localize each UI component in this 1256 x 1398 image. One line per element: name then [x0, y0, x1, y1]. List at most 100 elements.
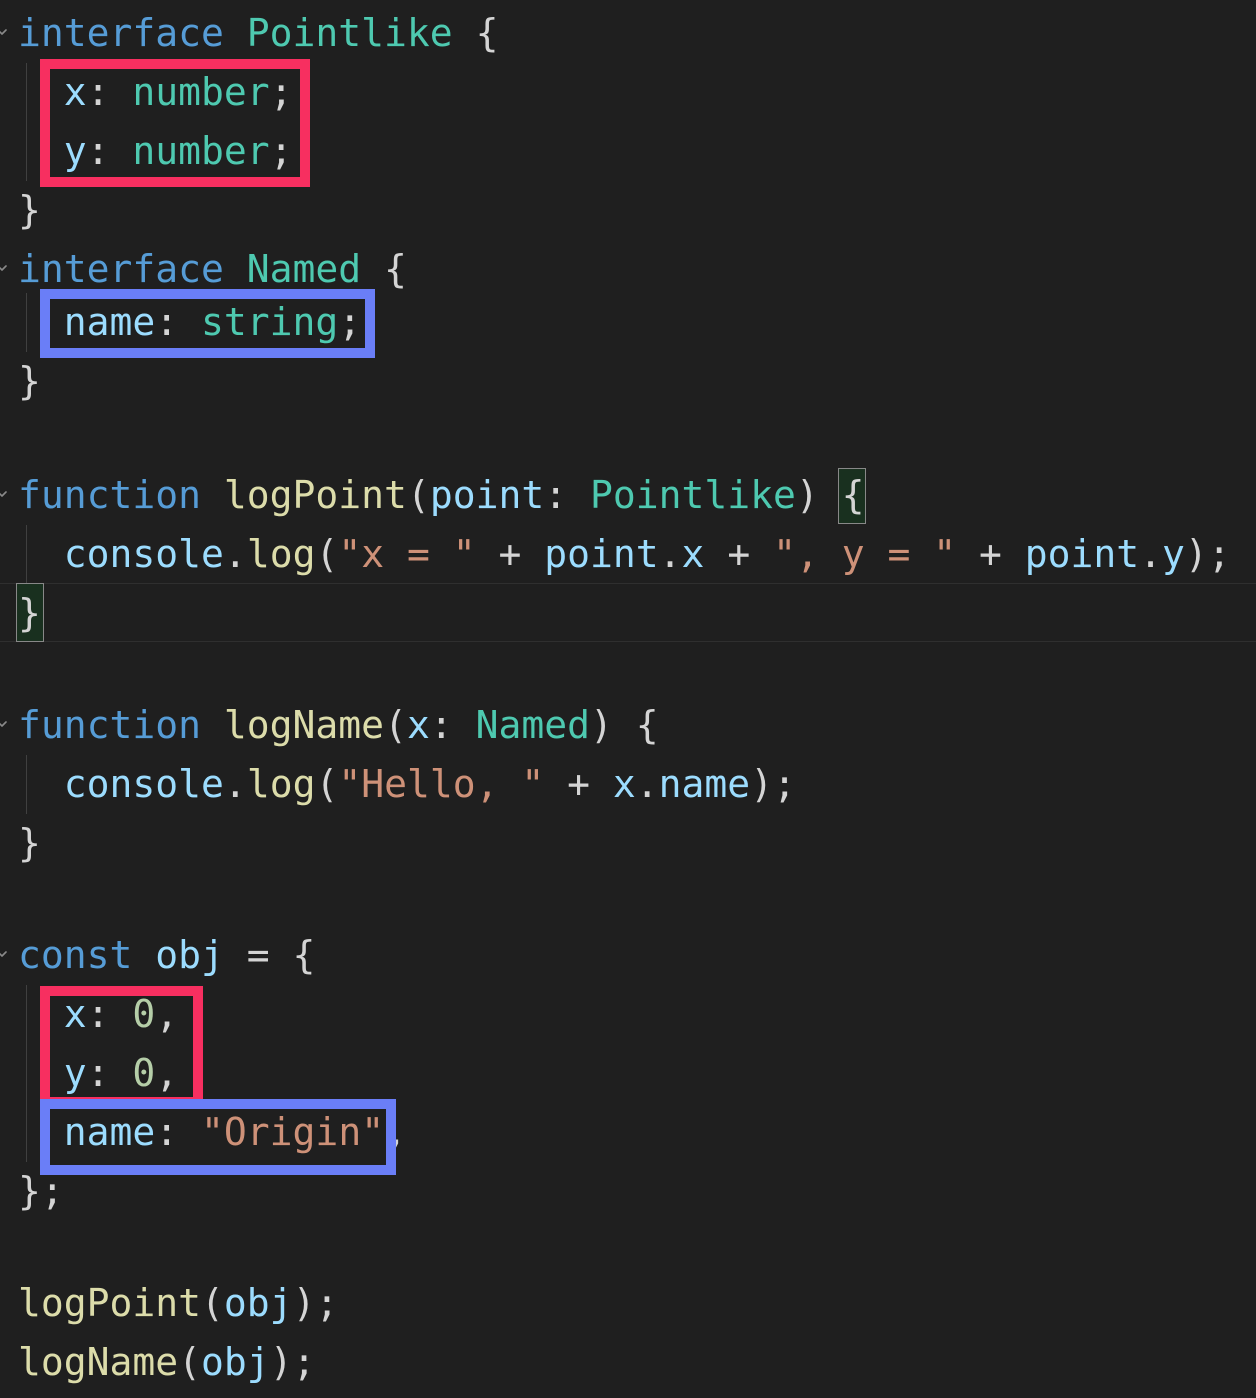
code-token-prop: console — [63, 532, 224, 576]
code-token-punc: { — [841, 473, 865, 517]
code-token-num: 0 — [132, 992, 156, 1036]
code-line[interactable]: }; — [0, 1162, 1256, 1221]
code-token-punc: ( — [201, 1281, 224, 1325]
code-token-prop: name — [63, 300, 156, 344]
code-line[interactable]: console.log("Hello, " + x.name); — [0, 755, 1256, 814]
code-token-fn: log — [246, 532, 316, 576]
code-line[interactable]: x: 0, — [0, 985, 1256, 1044]
code-token-punc: } — [18, 188, 41, 232]
code-token-punc: + — [475, 532, 545, 576]
chevron-down-icon[interactable] — [0, 948, 8, 960]
code-token-punc: ); — [292, 1281, 339, 1325]
code-line[interactable]: logPoint(obj); — [0, 1274, 1256, 1333]
code-token-punc: ( — [406, 473, 430, 517]
code-token-punc: . — [1139, 532, 1163, 576]
code-token-punc: : — [86, 992, 133, 1036]
code-token-str: "x = " — [338, 532, 476, 576]
code-token-punc: . — [223, 762, 247, 806]
code-token-type: Pointlike — [589, 473, 796, 517]
code-token-prop: point — [544, 532, 659, 576]
code-token-punc: . — [658, 532, 682, 576]
code-token-punc: . — [635, 762, 659, 806]
code-token-prop: y — [1162, 532, 1185, 576]
code-line[interactable] — [0, 1221, 1256, 1280]
code-token-type: number — [132, 129, 270, 173]
code-token-punc: } — [18, 591, 41, 635]
chevron-down-icon[interactable] — [0, 26, 8, 38]
code-line[interactable] — [0, 643, 1256, 702]
code-token-prop: y — [63, 129, 87, 173]
code-line[interactable]: interface Pointlike { — [0, 4, 1256, 63]
code-token-punc: ( — [315, 532, 339, 576]
code-line[interactable]: name: "Origin", — [0, 1103, 1256, 1162]
code-token-kw: const — [18, 933, 156, 977]
code-token-prop: x — [63, 70, 87, 114]
code-token-punc: } — [18, 359, 41, 403]
code-token-type: number — [132, 70, 270, 114]
code-token-punc: ) — [795, 473, 842, 517]
code-token-prop: x — [681, 532, 705, 576]
code-token-punc: ); — [750, 762, 796, 806]
code-token-punc — [18, 762, 64, 806]
code-token-punc: : — [429, 703, 476, 747]
code-line[interactable]: const obj = { — [0, 926, 1256, 985]
code-token-prop: point — [429, 473, 545, 517]
code-editor-viewport[interactable]: interface Pointlike { x: number; y: numb… — [0, 0, 1256, 1398]
code-token-punc: . — [223, 532, 247, 576]
code-token-punc: , — [155, 992, 179, 1036]
code-token-prop: point — [1024, 532, 1140, 576]
code-token-punc: ); — [1184, 532, 1231, 576]
code-token-str: "Origin" — [201, 1110, 385, 1154]
code-token-prop: obj — [155, 933, 224, 977]
code-token-fn: logName — [223, 703, 385, 747]
code-line[interactable] — [0, 873, 1256, 932]
code-token-prop: x — [63, 992, 87, 1036]
code-token-punc: : — [86, 70, 133, 114]
code-token-fn: log — [246, 762, 316, 806]
code-line[interactable]: y: number; — [0, 122, 1256, 181]
code-token-prop: obj — [201, 1340, 270, 1384]
code-token-punc: ; — [269, 70, 293, 114]
code-line[interactable]: interface Named { — [0, 240, 1256, 299]
code-line[interactable]: function logName(x: Named) { — [0, 696, 1256, 755]
code-line[interactable]: logName(obj); — [0, 1333, 1256, 1392]
code-token-kw: function — [18, 473, 224, 517]
code-token-punc: : — [86, 129, 133, 173]
code-token-punc — [18, 70, 64, 114]
code-token-punc: : — [155, 1110, 202, 1154]
code-token-punc: , — [384, 1110, 407, 1154]
code-line[interactable]: x: number; — [0, 63, 1256, 122]
code-line[interactable]: name: string; — [0, 293, 1256, 352]
code-token-punc: ) { — [590, 703, 659, 747]
chevron-down-icon[interactable] — [0, 262, 8, 274]
code-token-prop: x — [406, 703, 430, 747]
code-token-punc: ; — [269, 129, 293, 173]
code-token-str: "Hello, " — [338, 762, 545, 806]
code-token-punc: ); — [269, 1340, 316, 1384]
code-token-punc — [18, 992, 64, 1036]
code-token-punc: ; — [338, 300, 362, 344]
chevron-down-icon[interactable] — [0, 488, 8, 500]
code-line[interactable]: y: 0, — [0, 1044, 1256, 1103]
code-content[interactable]: interface Pointlike { x: number; y: numb… — [0, 0, 1256, 1398]
code-token-kw: function — [18, 703, 224, 747]
code-token-type: Named — [475, 703, 590, 747]
code-token-fn: logPoint — [223, 473, 407, 517]
code-token-prop: x — [612, 762, 636, 806]
code-line[interactable] — [0, 411, 1256, 470]
code-line[interactable]: function logPoint(point: Pointlike) { — [0, 466, 1256, 525]
code-line[interactable]: } — [0, 181, 1256, 240]
code-token-punc: , — [155, 1051, 179, 1095]
code-token-punc — [18, 300, 64, 344]
code-token-punc: : — [155, 300, 202, 344]
code-line[interactable]: console.log("x = " + point.x + ", y = " … — [0, 525, 1256, 584]
code-line[interactable]: } — [0, 352, 1256, 411]
code-token-fn: logPoint — [18, 1281, 202, 1325]
code-token-prop: y — [63, 1051, 87, 1095]
code-line[interactable]: } — [0, 814, 1256, 873]
code-line[interactable]: } — [0, 584, 1256, 643]
code-token-punc: }; — [18, 1169, 64, 1213]
code-token-punc — [18, 1051, 64, 1095]
code-token-punc: ( — [384, 703, 407, 747]
chevron-down-icon[interactable] — [0, 718, 8, 730]
